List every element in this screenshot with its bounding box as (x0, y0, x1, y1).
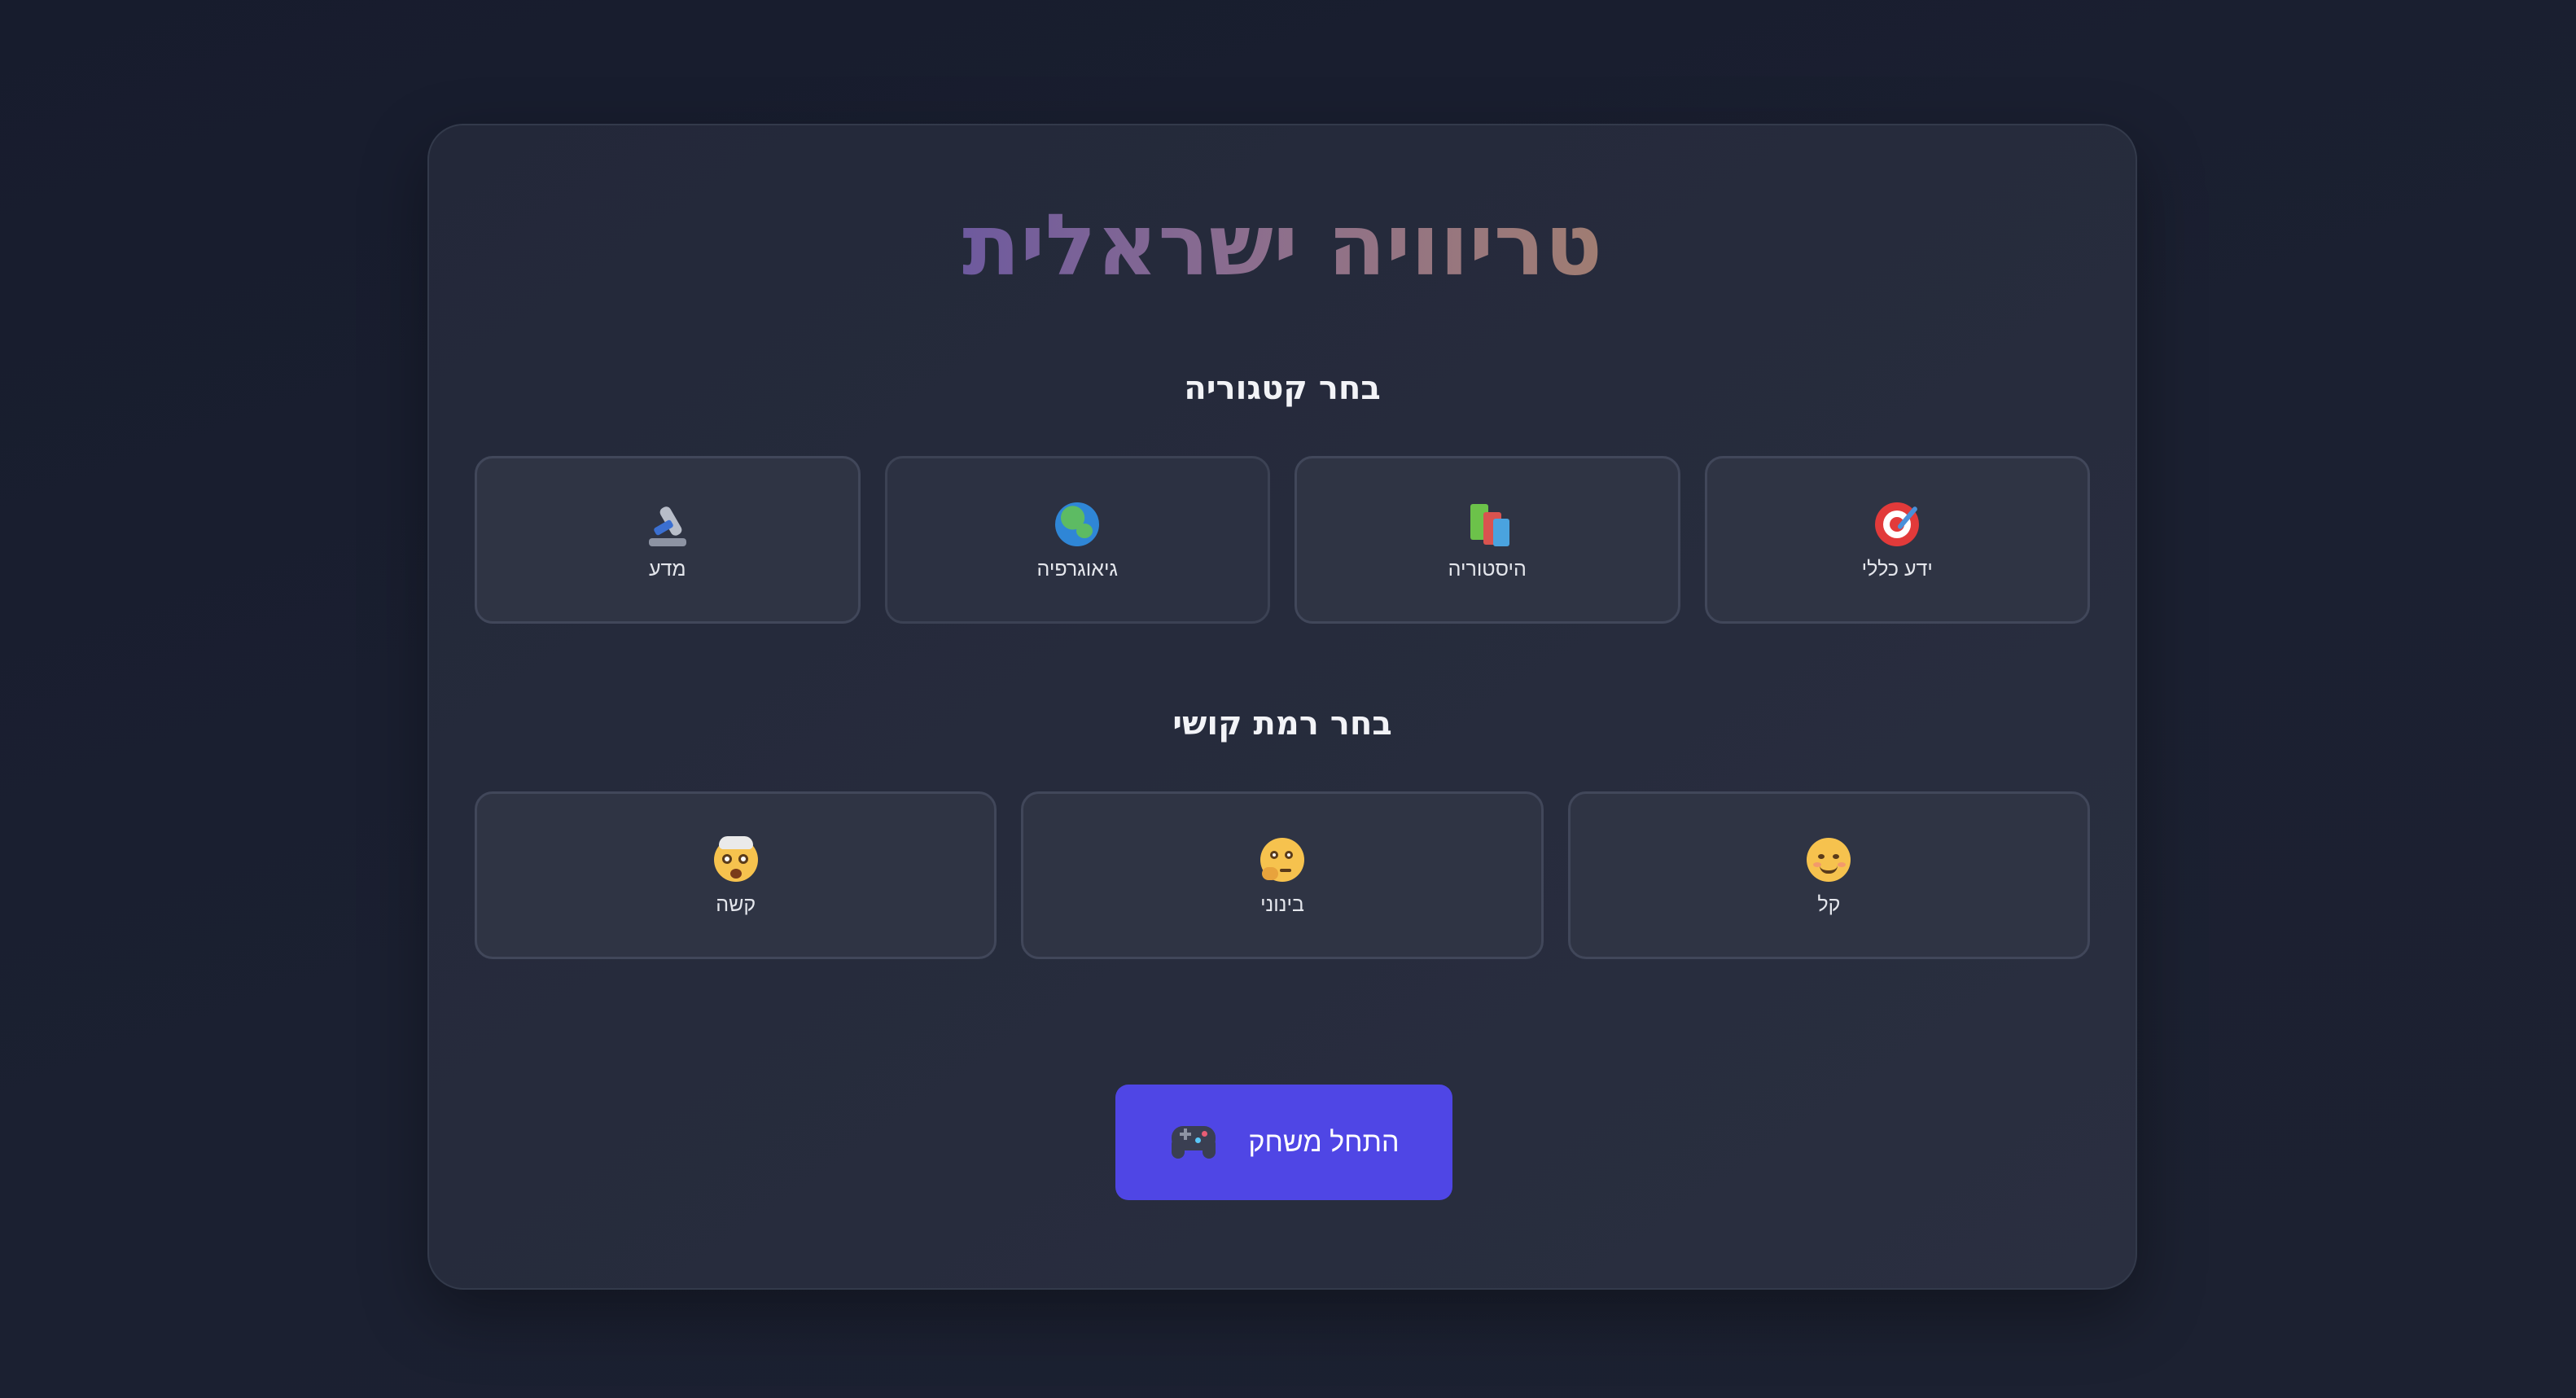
difficulty-option-label: קשה (716, 892, 756, 916)
category-option-label: ידע כללי (1861, 557, 1933, 581)
difficulty-option-label: קל (1817, 892, 1841, 916)
difficulty-option-medium[interactable]: בינוני (1021, 791, 1544, 959)
category-option-geography[interactable]: גיאוגרפיה (884, 456, 1270, 624)
category-option-label: גיאוגרפיה (1036, 557, 1119, 581)
thinking-face-icon (1257, 835, 1308, 885)
category-option-label: היסטוריה (1448, 557, 1527, 581)
page-title: טריוויה ישראלית (429, 191, 2136, 300)
category-option-label: מדע (648, 557, 686, 581)
category-option-science[interactable]: מדע (475, 456, 861, 624)
start-game-button[interactable]: התחל משחק (1115, 1085, 1452, 1200)
globe-icon (1052, 499, 1102, 550)
difficulty-option-hard[interactable]: קשה (475, 791, 997, 959)
start-game-label: התחל משחק (1248, 1126, 1400, 1158)
game-controller-icon (1168, 1113, 1219, 1172)
microscope-icon (642, 499, 693, 550)
page-title-text: טריוויה ישראלית (962, 195, 1602, 295)
difficulty-option-label: בינוני (1260, 892, 1304, 916)
category-option-general-knowledge[interactable]: ידע כללי (1704, 456, 2090, 624)
main-card: טריוויה ישראלית בחר קטגוריה ידע כללי היס… (427, 124, 2137, 1290)
category-options: ידע כללי היסטוריה גיאוגרפיה מדע (475, 456, 2090, 624)
target-icon (1872, 499, 1922, 550)
category-heading: בחר קטגוריה (1184, 370, 1381, 407)
category-option-history[interactable]: היסטוריה (1295, 456, 1680, 624)
difficulty-heading: בחר רמת קושי (1172, 705, 1392, 743)
exploding-head-icon (711, 835, 761, 885)
books-icon (1462, 499, 1513, 550)
smiling-face-icon (1803, 835, 1854, 885)
difficulty-options: קל בינוני קשה (475, 791, 2090, 959)
difficulty-option-easy[interactable]: קל (1567, 791, 2090, 959)
